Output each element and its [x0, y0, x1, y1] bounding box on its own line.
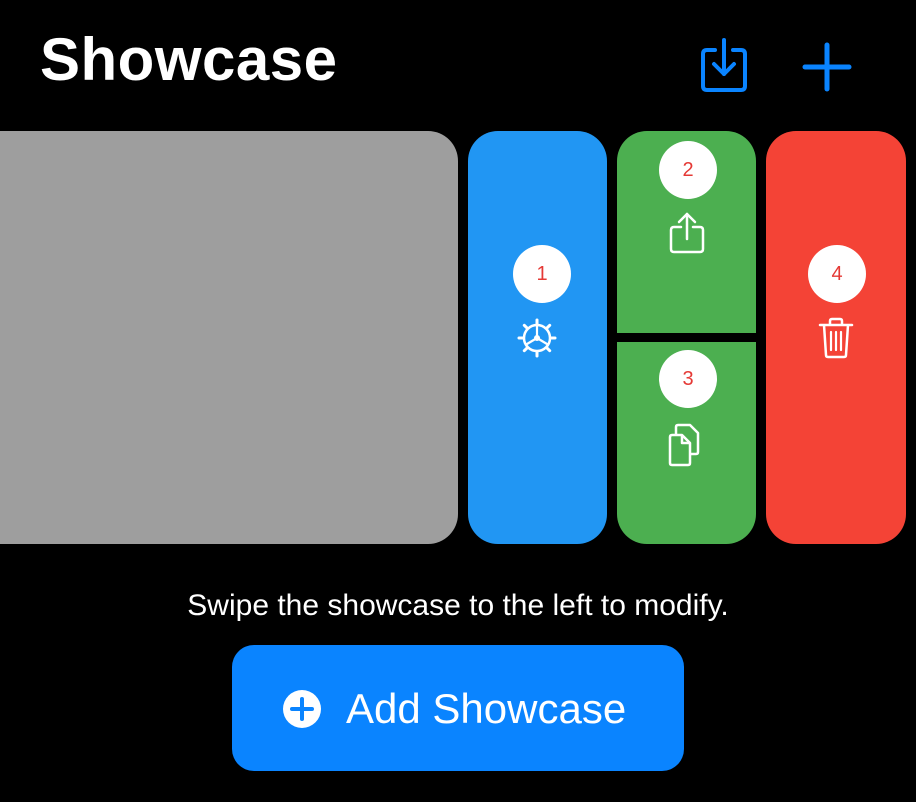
add-showcase-label: Add Showcase	[346, 685, 627, 732]
page-title: Showcase	[40, 26, 338, 93]
delete-action[interactable]: 4	[766, 131, 906, 544]
share-icon	[669, 212, 705, 254]
plus-circle-icon	[283, 690, 321, 728]
add-button[interactable]	[802, 42, 852, 92]
tray-arrow-down-icon	[701, 38, 747, 92]
gear-icon	[517, 318, 557, 358]
settings-action[interactable]: 1	[468, 131, 607, 544]
step-badge: 2	[659, 141, 717, 199]
step-badge: 1	[513, 245, 571, 303]
instruction-text: Swipe the showcase to the left to modify…	[187, 589, 729, 622]
plus-icon	[802, 42, 852, 92]
step-badge: 3	[659, 350, 717, 408]
duplicate-icon	[668, 423, 700, 467]
share-action[interactable]: 2	[617, 131, 756, 333]
trash-icon	[818, 317, 854, 359]
duplicate-action[interactable]: 3	[617, 342, 756, 544]
import-button[interactable]	[699, 36, 749, 94]
showcase-card[interactable]	[0, 131, 458, 544]
step-badge: 4	[808, 245, 866, 303]
add-showcase-button[interactable]: Add Showcase	[232, 645, 684, 771]
